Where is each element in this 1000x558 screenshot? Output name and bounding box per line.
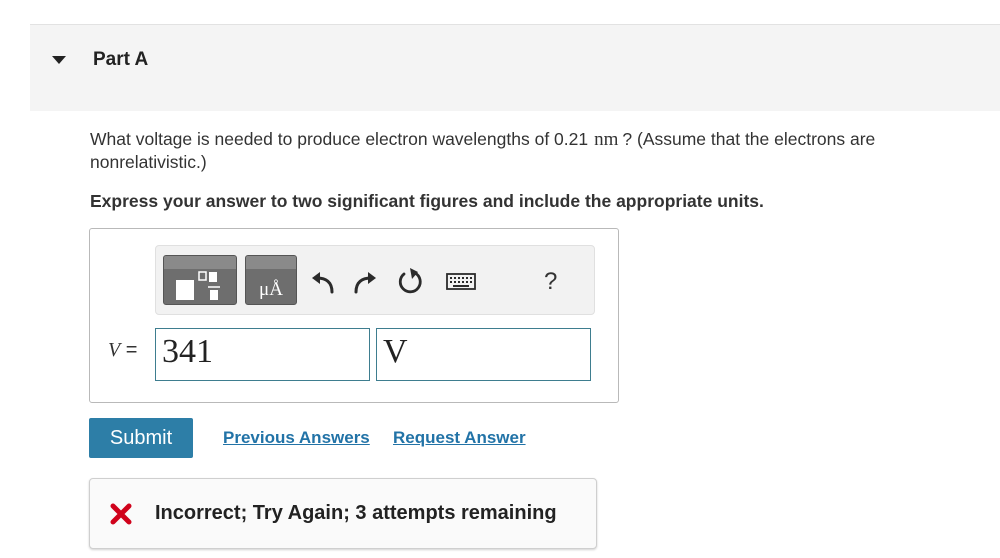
answer-instruction: Express your answer to two significant f… bbox=[90, 191, 764, 211]
question-text-before: What voltage is needed to produce electr… bbox=[90, 129, 589, 149]
undo-icon[interactable] bbox=[306, 264, 342, 300]
collapse-caret-icon[interactable] bbox=[52, 56, 66, 64]
units-button[interactable]: μÅ bbox=[245, 255, 297, 305]
incorrect-x-icon bbox=[110, 503, 132, 525]
math-toolbar: μÅ ? bbox=[155, 245, 595, 315]
units-label: μÅ bbox=[259, 279, 283, 300]
question-text: What voltage is needed to produce electr… bbox=[90, 128, 990, 173]
request-answer-link[interactable]: Request Answer bbox=[393, 428, 526, 448]
previous-answers-link[interactable]: Previous Answers bbox=[223, 428, 370, 448]
submit-button[interactable]: Submit bbox=[89, 418, 193, 458]
feedback-message: Incorrect; Try Again; 3 attempts remaini… bbox=[155, 502, 557, 524]
part-title: Part A bbox=[93, 49, 149, 70]
redo-icon[interactable] bbox=[346, 264, 382, 300]
answer-value-field[interactable]: 341 bbox=[155, 328, 370, 381]
answer-units-field[interactable]: V bbox=[376, 328, 591, 381]
question-unit: nm bbox=[594, 129, 619, 150]
keyboard-icon[interactable] bbox=[442, 267, 482, 297]
feedback-box: Incorrect; Try Again; 3 attempts remaini… bbox=[89, 478, 597, 549]
reset-icon[interactable] bbox=[393, 264, 429, 300]
templates-icon bbox=[176, 271, 220, 300]
answer-box: μÅ ? V = 341 V bbox=[89, 228, 619, 403]
templates-button[interactable] bbox=[163, 255, 237, 305]
help-button[interactable]: ? bbox=[544, 268, 557, 296]
part-header[interactable]: Part A bbox=[30, 25, 1000, 111]
variable-label: V = bbox=[108, 339, 138, 361]
